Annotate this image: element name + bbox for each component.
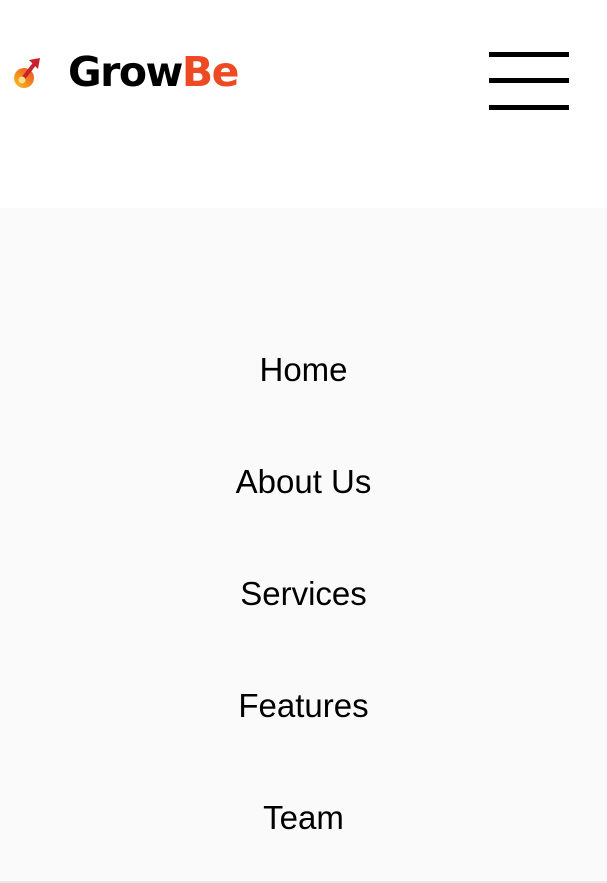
menu-toggle-button[interactable] — [489, 52, 569, 112]
brand-name-part1: Grow — [68, 48, 183, 96]
brand-name-part2: Be — [181, 48, 240, 96]
nav-item-features[interactable]: Features — [0, 678, 607, 734]
brand-name: GrowBe — [68, 48, 240, 96]
nav-item-home[interactable]: Home — [0, 342, 607, 398]
hamburger-bar-top — [489, 52, 569, 57]
brand-logo[interactable]: GrowBe — [12, 48, 240, 96]
nav-item-services[interactable]: Services — [0, 566, 607, 622]
hamburger-bar-middle — [489, 78, 569, 83]
hamburger-bar-bottom — [489, 105, 569, 110]
nav-item-about-us[interactable]: About Us — [0, 454, 607, 510]
mobile-nav-menu: Home About Us Services Features Team — [0, 208, 607, 881]
nav-item-team[interactable]: Team — [0, 790, 607, 846]
site-header: GrowBe — [0, 0, 607, 208]
rocket-icon — [12, 54, 42, 90]
